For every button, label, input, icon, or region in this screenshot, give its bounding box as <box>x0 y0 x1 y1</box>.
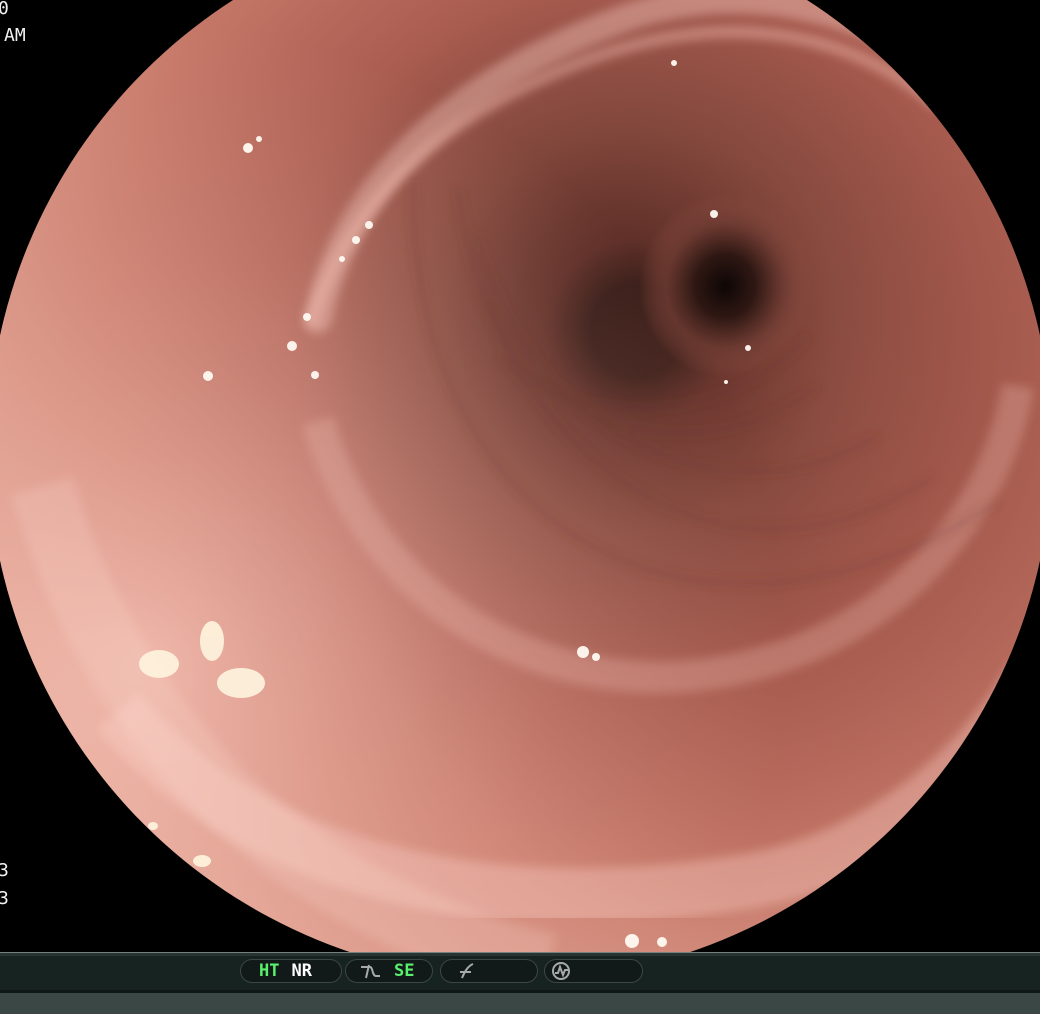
top-left-overlay-line-2: AM <box>4 25 26 46</box>
colon-lumen-view <box>0 0 1040 952</box>
function-status-pill <box>440 959 538 983</box>
endoscope-status-bar: HT NR SE <box>0 952 1040 1014</box>
nr-mode-label: NR <box>291 961 312 981</box>
top-left-overlay-line-1: 0 <box>0 0 9 19</box>
signal-curve-icon <box>358 961 382 981</box>
endoscopy-image: 0 AM 3 3 <box>0 0 1040 952</box>
se-mode-label: SE <box>394 961 415 981</box>
bottom-left-overlay-line-2: 3 <box>0 888 9 909</box>
ht-nr-status-pill: HT NR <box>240 959 342 983</box>
waveform-icon <box>550 961 574 981</box>
function-icon <box>453 961 477 981</box>
se-status-pill: SE <box>345 959 433 983</box>
waveform-status-pill <box>544 959 643 983</box>
bottom-left-overlay-line-1: 3 <box>0 860 9 881</box>
ht-mode-label: HT <box>259 961 280 981</box>
tissue-texture <box>0 0 1040 952</box>
